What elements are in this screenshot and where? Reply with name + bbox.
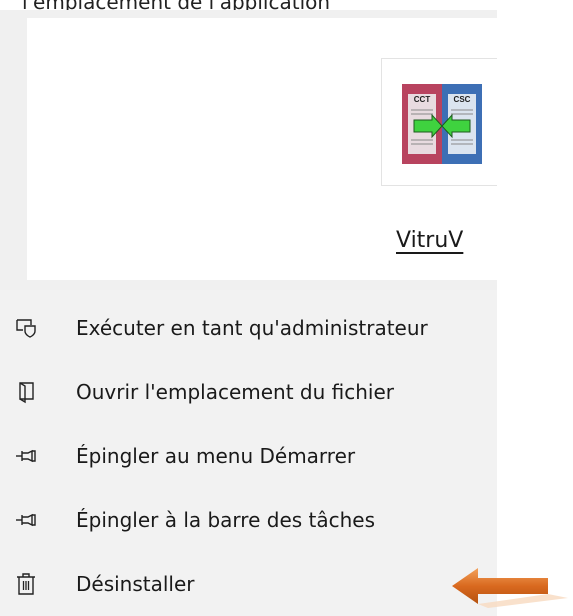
trash-icon — [17, 573, 35, 595]
context-menu: Exécuter en tant qu'administrateur Ouvri… — [0, 290, 497, 616]
screenshot-stage: l'emplacement de l'application CCT CSC V… — [0, 0, 573, 616]
orange-arrow-annotation — [452, 568, 568, 608]
menu-item-open-file-location[interactable]: Ouvrir l'emplacement du fichier — [0, 360, 497, 424]
app-card[interactable]: CCT CSC VitruV — [27, 18, 497, 280]
menu-item-run-as-admin[interactable]: Exécuter en tant qu'administrateur — [0, 296, 497, 360]
run-as-admin-icon — [16, 319, 36, 338]
pin-icon — [16, 513, 36, 527]
app-icon: CCT CSC — [402, 84, 482, 164]
menu-item-pin-to-start[interactable]: Épingler au menu Démarrer — [0, 424, 497, 488]
menu-item-label: Exécuter en tant qu'administrateur — [76, 316, 428, 340]
icon-label-cct: CCT — [414, 95, 431, 104]
menu-item-uninstall[interactable]: Désinstaller — [0, 552, 497, 616]
menu-item-label: Épingler au menu Démarrer — [76, 444, 356, 468]
pin-icon — [16, 449, 36, 463]
menu-item-label: Désinstaller — [76, 572, 195, 596]
menu-item-pin-to-taskbar[interactable]: Épingler à la barre des tâches — [0, 488, 497, 552]
menu-item-label: Épingler à la barre des tâches — [76, 508, 376, 532]
icon-label-csc: CSC — [454, 95, 471, 104]
menu-item-label: Ouvrir l'emplacement du fichier — [76, 380, 395, 404]
app-name[interactable]: VitruV — [396, 228, 463, 253]
open-file-location-icon — [19, 382, 34, 404]
app-tile[interactable]: CCT CSC — [381, 58, 497, 186]
